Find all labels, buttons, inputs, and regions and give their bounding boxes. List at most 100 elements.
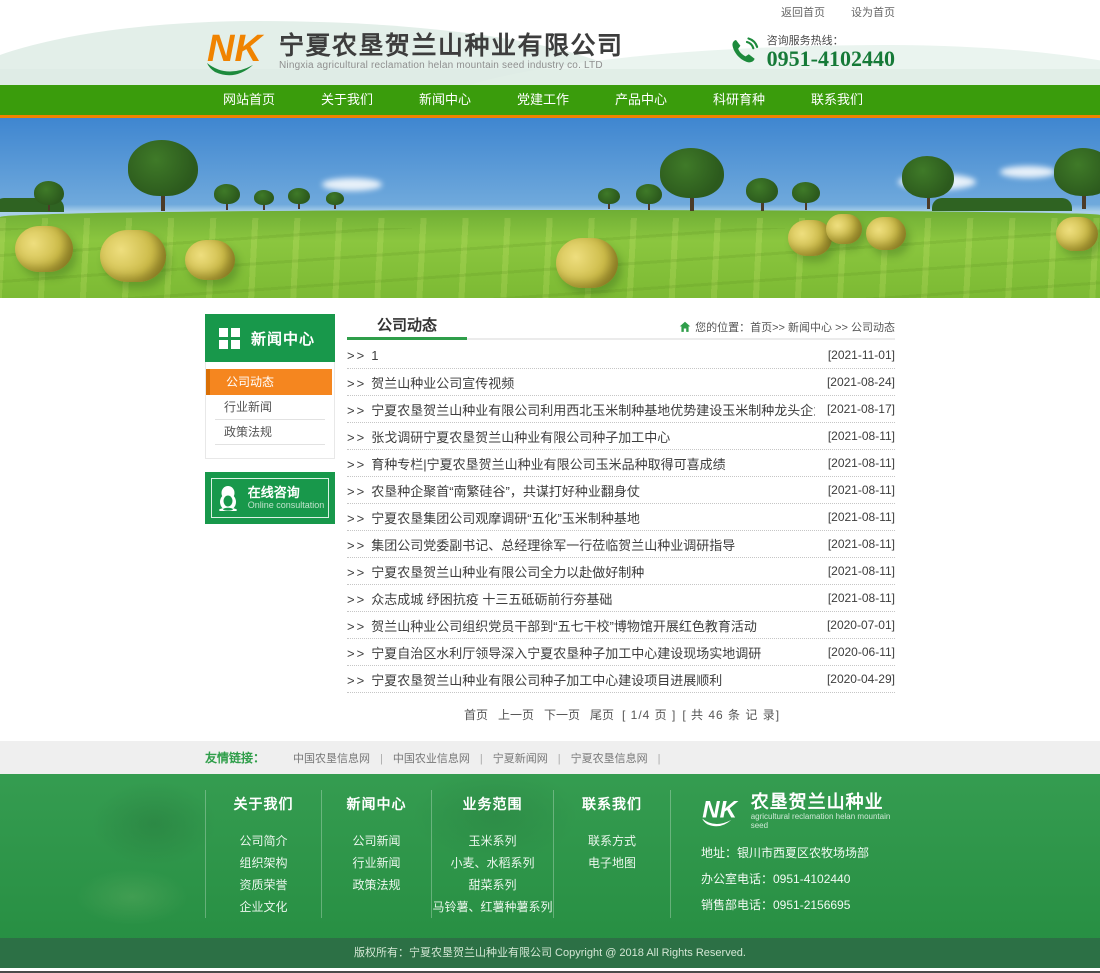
tree-shape (34, 181, 64, 211)
friend-links-label: 友情链接： (205, 751, 265, 765)
news-row: >>贺兰山种业公司组织党员干部到“五七干校”博物馆开展红色教育活动 [2020-… (347, 612, 895, 639)
news-date: [2021-08-24] (827, 375, 895, 389)
news-link[interactable]: >>众志成城 纾困抗疫 十三五砥砺前行夯基础 (347, 589, 612, 608)
nav-item[interactable]: 关于我们 (305, 85, 389, 115)
main-navigation: 网站首页关于我们新闻中心党建工作产品中心科研育种联系我们 (0, 85, 1100, 118)
consult-title: 在线咨询 (248, 485, 325, 500)
news-link[interactable]: >>贺兰山种业公司组织党员干部到“五七干校”博物馆开展红色教育活动 (347, 616, 757, 635)
nav-item[interactable]: 党建工作 (501, 85, 585, 115)
footer-column-news: 新闻中心 公司新闻行业新闻政策法规 (321, 790, 431, 918)
main-section: 新闻中心 公司动态行业新闻政策法规 在线咨询 Online con (0, 298, 1100, 741)
footer-brand-name: 农垦贺兰山种业 (751, 792, 895, 812)
pagination-link[interactable]: 首页 (464, 708, 488, 722)
news-link[interactable]: >>宁夏农垦贺兰山种业有限公司利用西北玉米制种基地优势建设玉米制种龙头企业 (347, 400, 815, 419)
news-row: >>宁夏农垦贺兰山种业有限公司种子加工中心建设项目进展顺利 [2020-04-2… (347, 666, 895, 693)
news-link[interactable]: >>育种专栏|宁夏农垦贺兰山种业有限公司玉米品种取得可喜成绩 (347, 454, 726, 473)
footer-contact-line: 办公室电话：0951-4102440 (701, 866, 895, 892)
footer-contact-line: 销售部电话：0951-2156695 (701, 892, 895, 918)
footer-link[interactable]: 公司简介 (206, 830, 321, 852)
footer-column-title: 关于我们 (206, 794, 321, 814)
news-row: >>张戈调研宁夏农垦贺兰山种业有限公司种子加工中心 [2021-08-11] (347, 423, 895, 450)
pagination-link[interactable]: 上一页 (498, 708, 534, 722)
footer-link[interactable]: 行业新闻 (322, 852, 431, 874)
hay-bale-shape (826, 214, 862, 244)
page-title: 公司动态 (347, 314, 467, 340)
company-logo[interactable]: NK (205, 25, 271, 77)
nav-item[interactable]: 新闻中心 (403, 85, 487, 115)
footer-column-about: 关于我们 公司简介组织架构资质荣誉企业文化 (205, 790, 321, 918)
nav-item[interactable]: 科研育种 (697, 85, 781, 115)
tree-shape (660, 148, 724, 211)
footer-column-business: 业务范围 玉米系列小麦、水稻系列甜菜系列马铃薯、红薯种薯系列 (431, 790, 553, 918)
footer-link[interactable]: 小麦、水稻系列 (432, 852, 553, 874)
news-link[interactable]: >>集团公司党委副书记、总经理徐军一行莅临贺兰山种业调研指导 (347, 535, 735, 554)
sidebar-menu: 公司动态行业新闻政策法规 (205, 362, 335, 459)
news-link[interactable]: >>宁夏农垦贺兰山种业有限公司全力以赴做好制种 (347, 562, 644, 581)
footer-link[interactable]: 公司新闻 (322, 830, 431, 852)
footer-brand-name-en: agricultural reclamation helan mountain … (751, 812, 895, 830)
friend-link[interactable]: 中国农垦信息网 (293, 753, 393, 765)
svg-text:NK: NK (702, 796, 738, 823)
news-row: >>农垦种企聚首“南繁硅谷”，共谋打好种业翻身仗 [2021-08-11] (347, 477, 895, 504)
news-link[interactable]: >>宁夏自治区水利厅领导深入宁夏农垦种子加工中心建设现场实地调研 (347, 643, 761, 662)
online-consult-box[interactable]: 在线咨询 Online consultation (205, 472, 335, 524)
footer-link[interactable]: 组织架构 (206, 852, 321, 874)
news-date: [2021-08-11] (828, 483, 895, 497)
footer-link[interactable]: 资质荣誉 (206, 874, 321, 896)
friend-link[interactable]: 中国农业信息网 (393, 753, 493, 765)
news-date: [2021-08-11] (828, 429, 895, 443)
hay-bale-shape (185, 240, 235, 280)
content-header: 公司动态 您的位置：首页>> 新闻中心 >> 公司动态 (347, 314, 895, 340)
news-row: >>宁夏农垦集团公司观摩调研“五化”玉米制种基地 [2021-08-11] (347, 504, 895, 531)
tree-shape (598, 188, 620, 209)
hotline-number: 0951-4102440 (767, 48, 895, 70)
news-date: [2021-08-11] (828, 456, 895, 470)
nav-item[interactable]: 联系我们 (795, 85, 879, 115)
top-utility-bar: 返回首页设为首页 (0, 0, 1100, 17)
pagination-info: [ 1/4 页 ] (622, 708, 676, 722)
news-row: >>宁夏农垦贺兰山种业有限公司全力以赴做好制种 [2021-08-11] (347, 558, 895, 585)
news-link[interactable]: >>宁夏农垦贺兰山种业有限公司种子加工中心建设项目进展顺利 (347, 670, 722, 689)
home-icon (679, 321, 691, 333)
sidebar-menu-item[interactable]: 行业新闻 (215, 395, 325, 420)
sidebar-header: 新闻中心 (205, 314, 335, 362)
news-link[interactable]: >>贺兰山种业公司宣传视频 (347, 373, 514, 392)
copyright-text: 版权所有：宁夏农垦贺兰山种业有限公司 Copyright @ 2018 All … (354, 947, 746, 959)
footer-link[interactable]: 企业文化 (206, 896, 321, 918)
news-date: [2021-08-11] (828, 537, 895, 551)
grid-icon (219, 328, 240, 349)
footer-link[interactable]: 甜菜系列 (432, 874, 553, 896)
pagination-link[interactable]: 尾页 (590, 708, 614, 722)
footer-link[interactable]: 玉米系列 (432, 830, 553, 852)
consult-subtitle: Online consultation (248, 500, 325, 511)
news-date: [2021-08-11] (828, 591, 895, 605)
footer-brand-block: NK 农垦贺兰山种业 agricultural reclamation hela… (671, 790, 895, 918)
site-header: NK 宁夏农垦贺兰山种业有限公司 Ningxia agricultural re… (0, 17, 1100, 85)
sidebar-menu-item[interactable]: 公司动态 (206, 369, 332, 395)
footer-column-title: 联系我们 (554, 794, 670, 814)
nav-item[interactable]: 网站首页 (207, 85, 291, 115)
pagination: 首页上一页下一页尾页[ 1/4 页 ][ 共 46 条 记 录] (347, 693, 895, 725)
nav-item[interactable]: 产品中心 (599, 85, 683, 115)
news-link[interactable]: >>1 (347, 348, 378, 363)
cloud-shape (322, 178, 382, 191)
breadcrumb[interactable]: 您的位置：首页>> 新闻中心 >> 公司动态 (679, 319, 895, 335)
tree-shape (792, 182, 820, 210)
hay-bale-shape (15, 226, 73, 272)
sidebar-menu-item[interactable]: 政策法规 (215, 420, 325, 445)
footer-link[interactable]: 电子地图 (554, 852, 670, 874)
content-area: 公司动态 您的位置：首页>> 新闻中心 >> 公司动态 >>1 [2021-11… (347, 314, 895, 725)
news-row: >>众志成城 纾困抗疫 十三五砥砺前行夯基础 [2021-08-11] (347, 585, 895, 612)
news-link[interactable]: >>宁夏农垦集团公司观摩调研“五化”玉米制种基地 (347, 508, 640, 527)
pagination-link[interactable]: 下一页 (544, 708, 580, 722)
news-date: [2020-06-11] (828, 645, 895, 659)
news-date: [2020-07-01] (827, 618, 895, 632)
footer-link[interactable]: 联系方式 (554, 830, 670, 852)
news-link[interactable]: >>农垦种企聚首“南繁硅谷”，共谋打好种业翻身仗 (347, 481, 640, 500)
friend-link[interactable]: 宁夏新闻网 (493, 753, 571, 765)
friend-link[interactable]: 宁夏农垦信息网 (571, 753, 671, 765)
footer-link[interactable]: 政策法规 (322, 874, 431, 896)
news-link[interactable]: >>张戈调研宁夏农垦贺兰山种业有限公司种子加工中心 (347, 427, 670, 446)
hay-bale-shape (100, 230, 166, 282)
footer-link[interactable]: 马铃薯、红薯种薯系列 (432, 896, 553, 918)
